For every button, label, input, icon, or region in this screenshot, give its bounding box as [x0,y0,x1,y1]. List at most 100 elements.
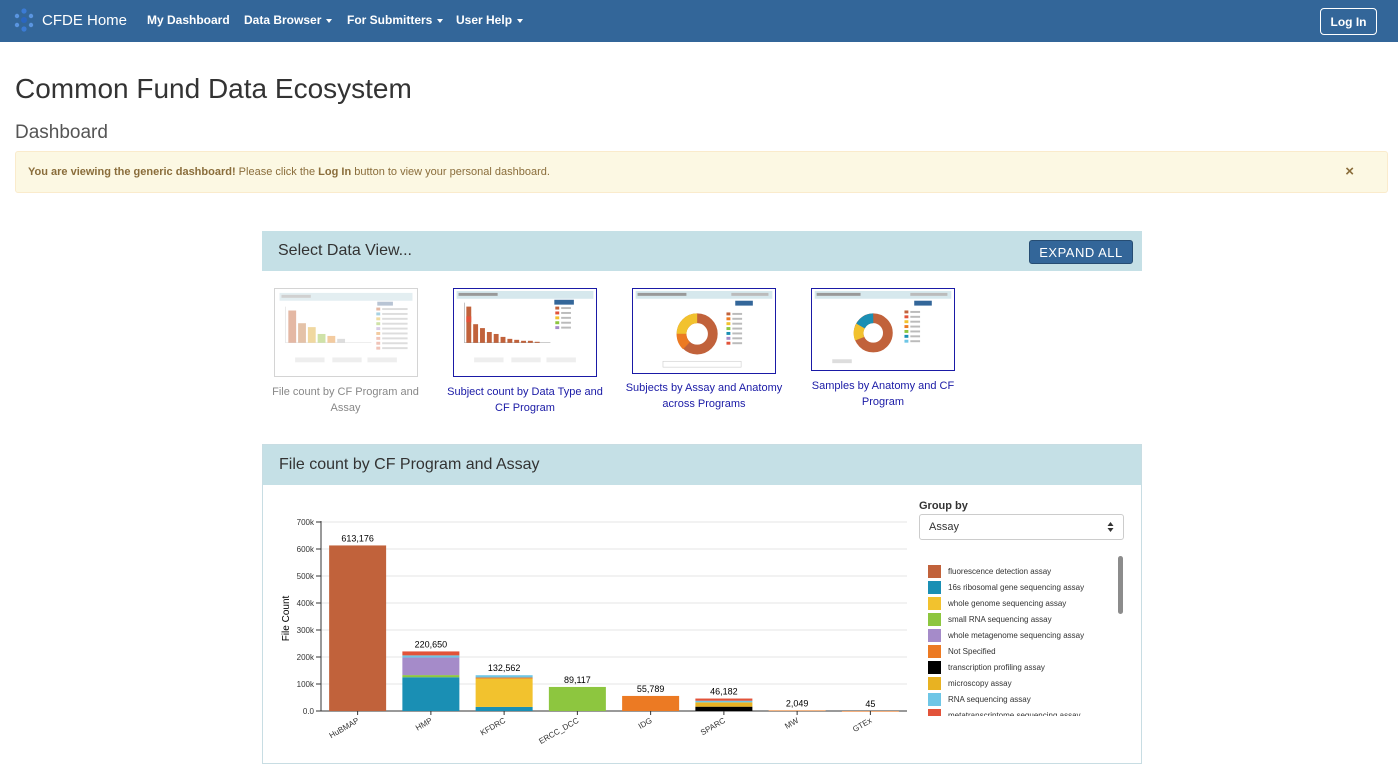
alert-text-before: Please click the [235,166,319,178]
alert-login-emphasis: Log In [318,166,352,178]
bar-segment[interactable] [475,706,533,711]
login-button-label: Log In [1330,14,1367,29]
select-arrows-icon [1107,522,1114,532]
bar-segment[interactable] [475,677,533,679]
legend-item[interactable]: small RNA sequencing assay [928,612,1052,626]
bar-total-label: 613,176 [341,533,374,543]
subject-count-chart-thumbnail [453,288,597,377]
bar-total-label: 89,117 [564,675,591,685]
bar-segment[interactable] [402,677,460,711]
subjects-donut-chart-thumbnail [632,288,776,374]
bar-total-label: 45 [865,699,875,709]
generic-dashboard-alert: You are viewing the generic dashboard! P… [15,151,1388,193]
y-tick-label: 100k [297,680,315,689]
legend-item[interactable]: RNA sequencing assay [928,692,1031,706]
legend-label: small RNA sequencing assay [948,614,1052,624]
login-button[interactable]: Log In [1320,8,1377,35]
alert-strong-text: You are viewing the generic dashboard! [28,166,236,178]
brand-title: CFDE Home [42,11,128,29]
nav-data-browser-label: Data Browser [244,13,322,27]
x-tick-label: MW [783,716,800,731]
legend-swatch [928,564,941,578]
top-navbar: CFDE Home My Dashboard Data Browser For … [0,0,1398,42]
nav-user-help[interactable]: User Help [456,13,524,27]
legend-item[interactable]: transcription profiling assay [928,660,1045,674]
bar-segment[interactable] [768,710,826,712]
legend-label: metatranscriptome sequencing assay [948,710,1081,717]
file-count-panel-title: File count by CF Program and Assay [279,456,540,473]
thumbnail-subject-count-label: Subject count by Data Type and CF Progra… [447,386,603,414]
bar-segment[interactable] [329,545,387,711]
bar-total-label: 220,650 [415,639,448,649]
bar-segment[interactable] [402,655,460,658]
y-tick-label: 400k [297,599,315,608]
alert-message: You are viewing the generic dashboard! P… [28,166,550,178]
y-tick-label: 200k [297,653,315,662]
bar-segment[interactable] [402,675,460,678]
bar-segment[interactable] [475,678,533,707]
x-tick-label: ERCC_DCC [537,716,580,746]
alert-text-after: button to view your personal dashboard. [351,166,550,178]
legend-swatch [928,708,941,716]
legend-swatch [928,660,941,674]
legend-item[interactable]: whole metagenome sequencing assay [928,628,1084,642]
legend-item[interactable]: 16s ribosomal gene sequencing assay [928,580,1084,594]
bar-segment[interactable] [475,675,533,678]
legend-swatch [928,596,941,610]
legend-item[interactable]: fluorescence detection assay [928,564,1051,578]
nav-my-dashboard[interactable]: My Dashboard [147,13,230,27]
cfde-logo-icon [14,8,34,32]
legend-item[interactable]: metatranscriptome sequencing assay [928,708,1081,716]
bar-segment[interactable] [402,657,460,676]
bar-segment[interactable] [548,686,606,711]
brand-home-link[interactable]: CFDE Home [12,5,127,35]
nav-my-dashboard-label: My Dashboard [147,13,230,27]
expand-all-label: EXPAND ALL [1039,244,1123,260]
legend-item[interactable]: whole genome sequencing assay [928,596,1066,610]
group-by-selected-value: Assay [929,521,959,533]
legend-swatch [928,692,941,706]
caret-down-icon [517,18,524,23]
y-tick-label: 700k [297,518,315,527]
y-tick-label: 300k [297,626,315,635]
legend-label: microscopy assay [948,678,1012,688]
y-axis-title: File Count [281,595,292,641]
file-count-bar-chart: 0.0 100k 200k 300k 400k 500k 600k 700k File Coun… [281,518,907,746]
expand-all-button[interactable]: EXPAND ALL [1029,240,1133,264]
nav-data-browser[interactable]: Data Browser [244,13,333,27]
bar-segment[interactable] [695,706,753,711]
close-icon[interactable]: × [1345,164,1354,179]
nav-user-help-label: User Help [456,13,513,27]
thumbnail-samples-anatomy-label: Samples by Anatomy and CF Program [811,380,955,408]
legend-scrollbar[interactable] [1118,556,1123,614]
group-by-select[interactable]: Assay [919,514,1124,540]
bar-segment[interactable] [695,698,753,701]
legend-label: 16s ribosomal gene sequencing assay [948,582,1085,592]
x-tick-label: GTEx [851,716,873,734]
legend-label: whole genome sequencing assay [948,598,1067,608]
x-tick-label: IDG [637,716,654,731]
nav-for-submitters[interactable]: For Submitters [347,13,444,27]
legend-label: RNA sequencing assay [948,694,1031,704]
legend-item[interactable]: microscopy assay [928,676,1012,690]
bar-total-label: 46,182 [710,687,738,697]
legend-swatch [928,628,941,642]
x-tick-label: HuBMAP [328,716,361,740]
y-tick-label: 500k [297,572,315,581]
caret-down-icon [326,18,333,23]
legend-item[interactable]: Not Specified [928,644,996,658]
legend-label: whole metagenome sequencing assay [948,630,1085,640]
bar-total-label: 55,789 [637,684,665,694]
group-by-label: Group by [919,500,968,512]
legend-label: Not Specified [948,646,996,656]
nav-for-submitters-label: For Submitters [347,13,433,27]
legend-swatch [928,676,941,690]
y-tick-label: 600k [297,545,315,554]
legend-label: fluorescence detection assay [948,566,1052,576]
bar-segment[interactable] [695,702,753,707]
bar-segment[interactable] [622,695,680,711]
bar-segment[interactable] [695,700,753,703]
bar-segment[interactable] [402,651,460,656]
bar-total-label: 2,049 [786,698,809,708]
page-title: Common Fund Data Ecosystem [15,73,412,104]
